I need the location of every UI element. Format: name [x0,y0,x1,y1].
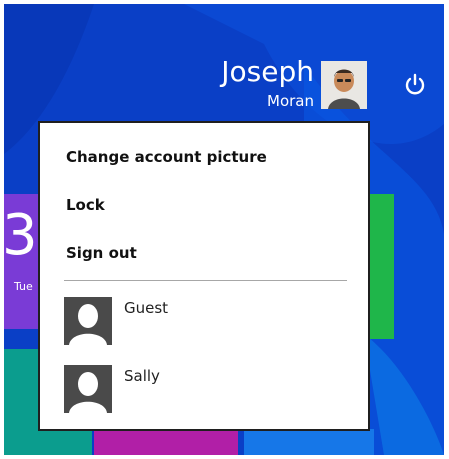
power-button[interactable] [402,72,428,98]
store-tile[interactable] [94,429,238,455]
green-tile[interactable] [370,194,394,339]
account-guest[interactable]: Guest [64,297,354,345]
account-menu: Change account picture Lock Sign out Gue… [38,121,370,431]
user-silhouette-icon [64,297,112,345]
change-account-picture-item[interactable]: Change account picture [66,147,267,167]
power-icon [405,73,425,95]
account-name: Guest [124,299,169,317]
teal-tile-lower[interactable] [4,429,92,455]
sign-out-item[interactable]: Sign out [66,243,137,263]
account-name: Sally [124,367,160,385]
user-avatar[interactable] [321,61,367,109]
menu-divider [64,280,347,281]
lock-item[interactable]: Lock [66,195,105,215]
calendar-tile-day: Tue [14,280,33,293]
start-screen: 30 Tue Joseph Moran Change account pictu… [4,4,444,455]
user-first-name[interactable]: Joseph [221,57,314,87]
user-last-name[interactable]: Moran [267,92,314,110]
avatar-picture [321,61,367,109]
account-sally[interactable]: Sally [64,365,354,413]
user-silhouette-icon [64,365,112,413]
blue-tile[interactable] [244,429,374,455]
